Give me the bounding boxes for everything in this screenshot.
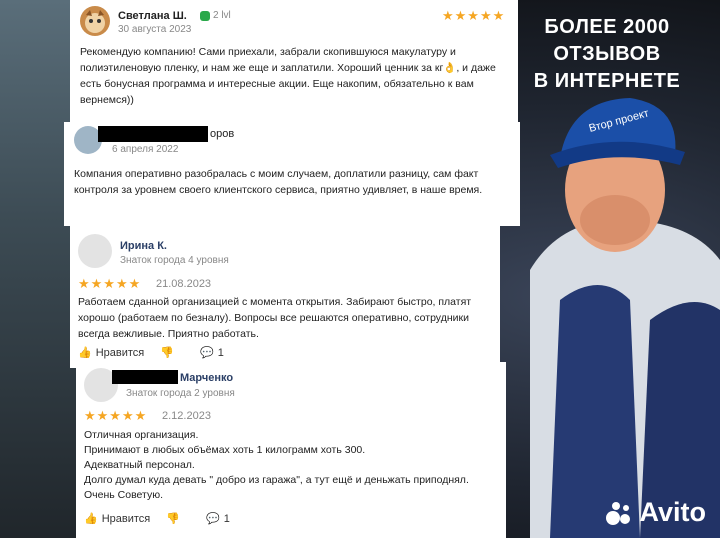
rating-stars: ★★★★★ [442, 8, 506, 23]
thumbs-down-icon: 👎 [160, 347, 174, 359]
review-card-3: Ирина К. Знаток города 4 уровня ★★★★★ 21… [70, 226, 500, 368]
review-date: 2.12.2023 [162, 410, 211, 422]
review-card-2: оров 6 апреля 2022 Компания оперативно р… [64, 122, 520, 226]
reviewer-name: Светлана Ш. [118, 10, 187, 22]
comments-button[interactable]: 💬 1 [200, 346, 224, 360]
avito-watermark: Avito [604, 497, 706, 528]
review-text: Отличная организация. Принимают в любых … [84, 429, 469, 501]
avatar [80, 6, 110, 36]
redacted-name [112, 370, 178, 384]
reviewer-name-suffix: оров [210, 128, 235, 140]
avito-logo-icon [605, 501, 630, 525]
level-badge: 2 lvl [200, 10, 231, 21]
headline-line-1: БОЛЕЕ 2000 [544, 16, 670, 38]
promo-headline: БОЛЕЕ 2000 ОТЗЫВОВ В ИНТЕРНЕТЕ [512, 14, 702, 95]
like-button[interactable]: 👍 Нравится [84, 512, 150, 526]
review-text: Работаем сданной организацией с момента … [78, 296, 472, 340]
review-text: Рекомендую компанию! Сами приехали, забр… [80, 46, 496, 106]
review-date: 6 апреля 2022 [112, 144, 179, 155]
redacted-name [98, 126, 208, 142]
dislike-button[interactable]: 👎 [160, 346, 174, 359]
comment-icon: 💬 [206, 513, 220, 525]
thumbs-up-icon: 👍 [84, 513, 98, 525]
reviewer-level: Знаток города 4 уровня [120, 255, 229, 266]
dislike-button[interactable]: 👎 [166, 512, 180, 525]
thumbs-down-icon: 👎 [166, 513, 180, 525]
like-button[interactable]: 👍 Нравится [78, 346, 144, 360]
reviewer-level: Знаток города 2 уровня [126, 388, 235, 399]
reviewer-name-suffix: Марченко [180, 372, 234, 384]
rating-stars: ★★★★★ [78, 276, 142, 291]
review-date: 21.08.2023 [156, 278, 212, 290]
headline-line-3: В ИНТЕРНЕТЕ [533, 70, 681, 92]
comment-icon: 💬 [200, 347, 214, 359]
review-card-4: Марченко Знаток города 2 уровня ★★★★★ 2.… [76, 362, 506, 538]
rating-stars: ★★★★★ [84, 408, 148, 423]
reviewer-name: Ирина К. [120, 240, 167, 252]
headline-line-2: ОТЗЫВОВ [553, 43, 661, 65]
review-date: 30 августа 2023 [118, 24, 192, 35]
badge-icon [200, 10, 210, 21]
thumbs-up-icon: 👍 [78, 347, 92, 359]
worker-photo: Втор проект [530, 98, 720, 538]
avatar [78, 234, 112, 268]
comments-button[interactable]: 💬 1 [206, 512, 230, 526]
review-card-1: Светлана Ш. 2 lvl 30 августа 2023 ★★★★★ … [70, 0, 518, 122]
review-text: Компания оперативно разобралась с моим с… [74, 168, 483, 196]
